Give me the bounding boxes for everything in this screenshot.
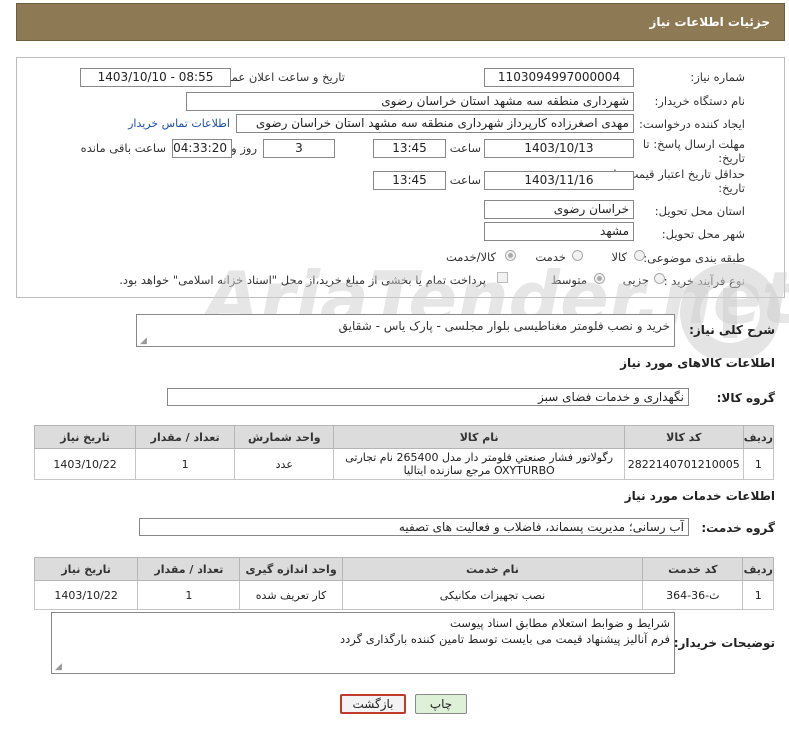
description-label: شرح کلی نیاز: — [689, 323, 775, 337]
goods-group-label: گروه کالا: — [716, 391, 775, 405]
process-minor-label: جزیی — [622, 273, 649, 287]
buyer-notes-field: شرایط و ضوابط استعلام مطابق اسناد پیوست … — [51, 612, 675, 674]
services-cell-row: 1 — [742, 580, 774, 610]
page-header: جزئیات اطلاعات نیاز — [16, 3, 785, 41]
treasury-payment-note: پرداخت تمام یا بخشی از مبلغ خرید،از محل … — [119, 273, 486, 287]
remaining-time-field: 04:33:20 — [172, 139, 232, 158]
services-cell-date: 1403/10/22 — [33, 580, 139, 610]
goods-col-unit: واحد شمارش — [234, 425, 335, 449]
buyer-notes-line-2: فرم آنالیز پیشنهاد قیمت می بایست توسط تا… — [339, 632, 670, 646]
services-cell-code: ث-36-364 — [642, 580, 744, 610]
services-group-label: گروه خدمت: — [701, 521, 775, 535]
description-field: خرید و نصب فلومتر مغناطیسی بلوار مجلسی -… — [136, 314, 675, 347]
process-medium-label: متوسط — [550, 273, 587, 287]
category-goods-label: کالا — [611, 250, 627, 264]
goods-cell-unit: عدد — [234, 448, 335, 480]
services-section-title: اطلاعات خدمات مورد نیاز — [624, 489, 775, 503]
process-minor-radio[interactable] — [654, 273, 665, 284]
price-validity-time-label: ساعت — [449, 173, 481, 187]
treasury-payment-checkbox[interactable] — [497, 272, 508, 283]
category-label: طبقه بندی موضوعی: — [643, 251, 745, 265]
table-row: 1 2822140701210005 رگولاتور فشار صنعتي ف… — [33, 448, 775, 480]
buyer-notes-label: توضیحات خریدار: — [673, 636, 775, 650]
services-col-unit: واحد اندازه گیری — [239, 557, 343, 581]
category-service-radio[interactable] — [572, 250, 583, 261]
category-goods-service-label: کالا/خدمت — [445, 250, 496, 264]
goods-col-code: کد کالا — [623, 425, 744, 449]
delivery-city-field: مشهد — [484, 222, 634, 241]
print-button[interactable]: چاپ — [415, 694, 467, 714]
requester-field: مهدی اصغرزاده کارپرداز شهرداری منطقه سه … — [236, 114, 634, 133]
goods-cell-name: رگولاتور فشار صنعتي فلومتر دار مدل 26540… — [333, 448, 625, 480]
reply-deadline-label: مهلت ارسال پاسخ: تا — [642, 137, 745, 151]
category-service-label: خدمت — [535, 250, 566, 264]
services-col-row: ردیف — [742, 557, 774, 581]
reply-deadline-label-date: تاریخ: — [718, 151, 745, 165]
goods-section-title: اطلاعات کالاهای مورد نیاز — [620, 356, 775, 370]
table-row: 1 ث-36-364 نصب تجهیزات مکانیکی کار تعریف… — [33, 580, 774, 610]
process-medium-radio[interactable] — [594, 273, 605, 284]
reply-time-field: 13:45 — [373, 139, 446, 158]
services-col-code: کد خدمت — [642, 557, 744, 581]
announce-datetime-field: 1403/10/10 - 08:55 — [80, 68, 231, 87]
services-table: ردیف کد خدمت نام خدمت واحد اندازه گیری ت… — [33, 557, 774, 610]
remaining-time-label: ساعت باقی مانده — [80, 141, 166, 155]
resize-grip-icon: ◢ — [55, 662, 62, 672]
goods-col-date: تاریخ نیاز — [33, 425, 137, 449]
goods-cell-date: 1403/10/22 — [33, 448, 137, 480]
goods-group-field: نگهداری و خدمات فضای سبز — [167, 388, 689, 406]
days-label: روز و — [231, 141, 257, 155]
page-title: جزئیات اطلاعات نیاز — [649, 15, 770, 29]
remaining-days-field: 3 — [263, 139, 335, 158]
goods-cell-qty: 1 — [135, 448, 236, 480]
buyer-org-field: شهرداری منطقه سه مشهد استان خراسان رضوی — [186, 92, 634, 111]
resize-grip-icon: ◢ — [140, 336, 147, 346]
need-number-field: 1103094997000004 — [484, 68, 634, 87]
purchase-process-label: نوع فرآیند خرید : — [663, 274, 745, 288]
services-col-date: تاریخ نیاز — [33, 557, 139, 581]
buyer-notes-line-1: شرایط و ضوابط استعلام مطابق اسناد پیوست — [450, 616, 670, 630]
price-validity-time-field: 13:45 — [373, 171, 446, 190]
services-cell-qty: 1 — [137, 580, 241, 610]
goods-col-row: ردیف — [742, 425, 775, 449]
category-goods-radio[interactable] — [634, 250, 645, 261]
services-col-qty: تعداد / مقدار — [137, 557, 241, 581]
services-col-name: نام خدمت — [341, 557, 644, 581]
services-cell-name: نصب تجهیزات مکانیکی — [341, 580, 644, 610]
reply-date-field: 1403/10/13 — [484, 139, 634, 158]
category-goods-service-radio[interactable] — [505, 250, 516, 261]
delivery-province-label: استان محل تحویل: — [654, 204, 745, 218]
goods-col-name: نام کالا — [333, 425, 625, 449]
goods-cell-code: 2822140701210005 — [623, 448, 744, 480]
back-button[interactable]: بازگشت — [340, 694, 406, 714]
goods-col-qty: تعداد / مقدار — [135, 425, 236, 449]
reply-time-label: ساعت — [449, 141, 481, 155]
services-group-field: آب رسانی؛ مدیریت پسماند، فاضلاب و فعالیت… — [139, 518, 689, 536]
goods-cell-row: 1 — [742, 448, 775, 480]
price-validity-date-field: 1403/11/16 — [484, 171, 634, 190]
services-cell-unit: کار تعریف شده — [239, 580, 343, 610]
buyer-contact-link[interactable]: اطلاعات تماس خریدار — [128, 117, 230, 130]
requester-label: ایجاد کننده درخواست: — [639, 117, 745, 131]
buyer-org-label: نام دستگاه خریدار: — [654, 94, 745, 108]
delivery-province-field: خراسان رضوی — [484, 200, 634, 219]
delivery-city-label: شهر محل تحویل: — [661, 227, 745, 241]
need-number-label: شماره نیاز: — [690, 70, 745, 84]
price-validity-label-date: تاریخ: — [718, 181, 745, 195]
goods-table: ردیف کد کالا نام کالا واحد شمارش تعداد /… — [33, 425, 775, 480]
